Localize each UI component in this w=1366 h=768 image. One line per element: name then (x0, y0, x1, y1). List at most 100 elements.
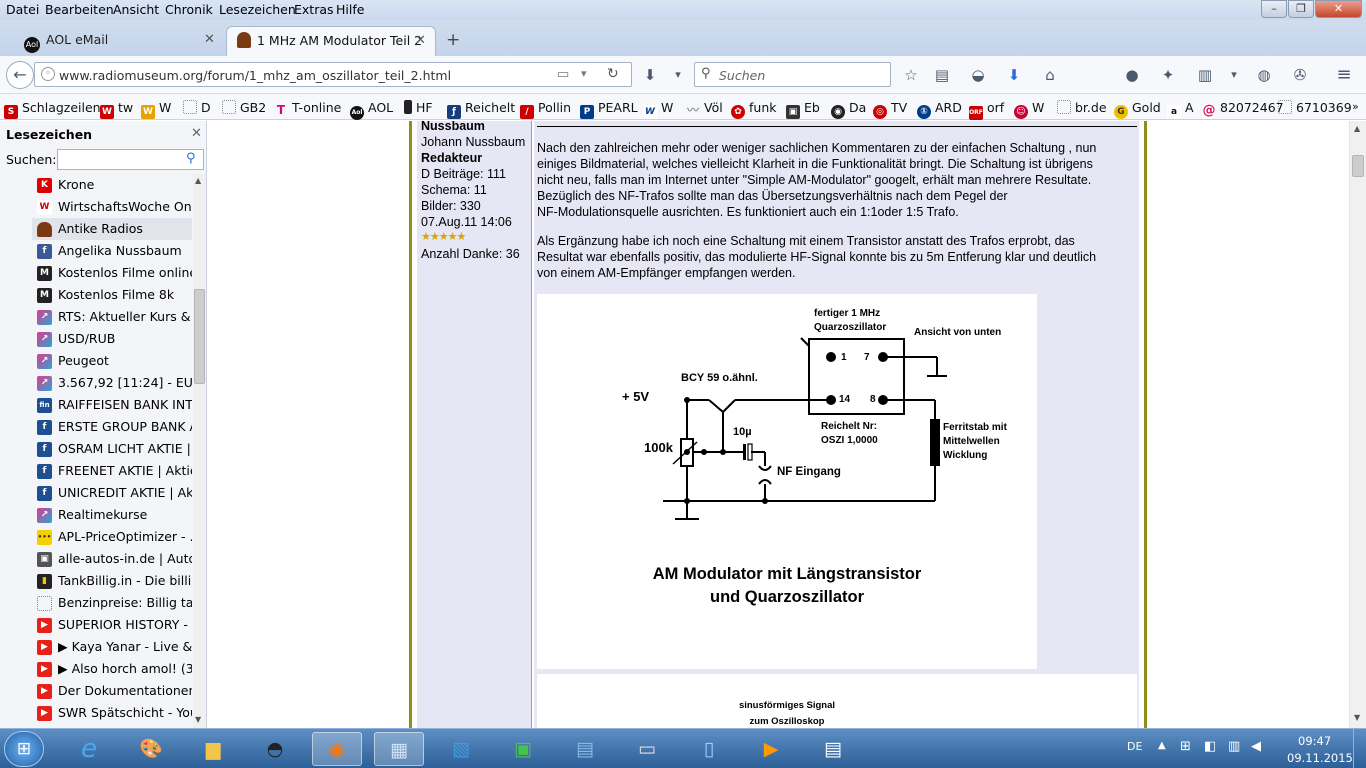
sidebar-item[interactable]: M Kostenlos Filme 8k (32, 284, 192, 306)
download-arrow-icon[interactable]: ⬇ (640, 65, 660, 85)
clock-time[interactable]: 09:47 (1298, 734, 1331, 748)
show-desktop-button[interactable] (1353, 729, 1366, 768)
sidebar-item[interactable]: ↗ Peugeot (32, 350, 192, 372)
film-icon[interactable]: ✇ (1290, 65, 1310, 85)
menu-extras[interactable]: Extras (294, 2, 334, 17)
bookmark-w2[interactable]: WW (643, 100, 673, 119)
bookmark-6710369[interactable]: 6710369 (1278, 100, 1352, 115)
spy-icon[interactable]: ◓ (250, 732, 300, 766)
reader-view-icon[interactable]: ▭ (557, 67, 569, 82)
bookmark-funk[interactable]: ✿ funk (731, 100, 776, 119)
scroll-up-icon[interactable]: ▲ (195, 176, 201, 185)
close-sidebar-icon[interactable]: ✕ (191, 126, 202, 141)
sidebar-item[interactable]: ↗ 3.567,92 [11:24] - EURO... (32, 372, 192, 394)
close-tab-icon[interactable]: ✕ (204, 26, 215, 54)
home-icon[interactable]: ⌂ (1040, 65, 1060, 85)
bookmark-tw[interactable]: Wtw (100, 100, 133, 119)
dropdown-icon[interactable]: ▾ (581, 67, 587, 80)
sidebar-item[interactable]: f ERSTE GROUP BANK A... (32, 416, 192, 438)
language-indicator[interactable]: DE (1127, 740, 1142, 753)
close-window-icon[interactable]: ✕ (1315, 0, 1362, 18)
downloads-icon[interactable]: ⬇ (1004, 65, 1024, 85)
paint-icon[interactable]: 🎨 (126, 732, 176, 766)
sidebar-item[interactable]: ▶ SUPERIOR HISTORY - Y... (32, 614, 192, 636)
bookmark-da[interactable]: ◉ Da (831, 100, 866, 119)
back-icon[interactable]: ← (6, 61, 34, 89)
menu-chronik[interactable]: Chronik (165, 2, 213, 17)
clock-date[interactable]: 09.11.2015 (1287, 751, 1353, 765)
sidebar-item[interactable]: ▣ alle-autos-in.de | Auto ... (32, 548, 192, 570)
bookmark-w[interactable]: WW (141, 100, 171, 119)
sidebar-item[interactable]: ▶ Der Dokumentationen ... (32, 680, 192, 702)
network-share-icon[interactable]: ▤ (560, 732, 610, 766)
hamburger-menu-icon[interactable]: ≡ (1334, 65, 1354, 85)
pocket-icon[interactable]: ◒ (968, 65, 988, 85)
bookmark-star-icon[interactable]: ☆ (901, 65, 921, 85)
usb-drive-icon[interactable]: ▯ (684, 732, 734, 766)
menu-hilfe[interactable]: Hilfe (336, 2, 364, 17)
sidebar-item[interactable]: fin RAIFFEISEN BANK INTE... (32, 394, 192, 416)
sidebar-item[interactable]: ▶ ▶ Kaya Yanar - Live & ... (32, 636, 192, 658)
close-tab-icon[interactable]: ✕ (415, 27, 426, 55)
bookmark-ard[interactable]: ① ARD (917, 100, 962, 119)
bookmark-d[interactable]: D (183, 100, 211, 115)
bookmark-a[interactable]: aA (1167, 100, 1194, 119)
bookmark-schlagzeilen[interactable]: S Schlagzeilen (4, 100, 101, 119)
reload-icon[interactable]: ↻ (607, 66, 619, 82)
bookmark-eb[interactable]: ▣ Eb (786, 100, 820, 119)
bookmark-voel[interactable]: 〰 Völ (686, 100, 723, 117)
remote-desktop-icon[interactable]: ▭ (622, 732, 672, 766)
bookmark-pearl[interactable]: P PEARL (580, 100, 638, 119)
sidebar-item[interactable]: ▮ TankBillig.in - Die billig... (32, 570, 192, 592)
terminal-icon[interactable]: ▣ (498, 732, 548, 766)
bookmark-orf[interactable]: ORF orf (969, 100, 1004, 120)
media-player-icon[interactable]: ▶ (746, 732, 796, 766)
bookmark-82072467[interactable]: @82072467 (1202, 100, 1284, 118)
network-tray-icon[interactable]: ▥ (1228, 739, 1240, 754)
menu-datei[interactable]: Datei (6, 2, 39, 17)
sidebar-item[interactable]: K Krone (32, 174, 192, 196)
scrollbar-thumb[interactable] (1352, 155, 1364, 177)
sidebar-search-input[interactable]: ⚲ (57, 149, 204, 170)
sidebar-item[interactable]: ↗ RTS: Aktueller Kurs & ... (32, 306, 192, 328)
windows-flag-icon[interactable]: ⊞ (1180, 739, 1191, 754)
sidebar-item[interactable]: Benzinpreise: Billig tan... (32, 592, 192, 614)
scroll-up-icon[interactable]: ▲ (1354, 124, 1360, 133)
notepad-icon[interactable]: ▤ (808, 732, 858, 766)
restore-icon[interactable]: ❐ (1288, 0, 1314, 18)
file-explorer-icon[interactable]: ▆ (188, 732, 238, 766)
tray-app-icon[interactable]: ◧ (1204, 739, 1216, 754)
bookmark-aol[interactable]: Aol AOL (350, 100, 393, 120)
menu-bearbeiten[interactable]: Bearbeiten (45, 2, 114, 17)
bookmark-gold[interactable]: G Gold (1114, 100, 1161, 119)
tray-expand-icon[interactable]: ▲ (1158, 740, 1166, 751)
scroll-down-icon[interactable]: ▼ (1354, 713, 1360, 722)
schematic-image[interactable]: fertiger 1 MHz Quarzoszillator Ansicht v… (537, 294, 1037, 669)
bookmark-t-online[interactable]: T T-online (274, 100, 341, 117)
chat-icon[interactable]: ● (1122, 65, 1142, 85)
sidebar-item[interactable]: f UNICREDIT AKTIE | Akt... (32, 482, 192, 504)
minimize-icon[interactable]: – (1261, 0, 1287, 18)
start-button-icon[interactable]: ⊞ (4, 731, 44, 767)
overflow-chevron-icon[interactable]: » (1352, 100, 1359, 113)
sidebar-item[interactable]: f FREENET AKTIE | Aktie... (32, 460, 192, 482)
oscilloscope-image[interactable]: sinusförmiges Signal zum Oszilloskop (537, 674, 1137, 728)
tab-aol-email[interactable]: Aol AOL eMail ✕ (14, 26, 224, 56)
bookmark-hf[interactable]: HF (404, 100, 433, 115)
sidebar-item[interactable]: ••• APL-PriceOptimizer - ... (32, 526, 192, 548)
scrollbar-thumb[interactable] (194, 289, 205, 384)
author-name[interactable]: Johann Nussbaum (421, 134, 525, 150)
bookmark-pollin[interactable]: / Pollin (520, 100, 571, 119)
sidebar-item[interactable]: Antike Radios (32, 218, 192, 240)
bookmark-br[interactable]: br.de (1057, 100, 1107, 115)
addon-icon[interactable]: ✦ (1158, 65, 1178, 85)
firefox-icon[interactable]: ◉ (312, 732, 362, 766)
search-input[interactable]: ⚲ Suchen (694, 62, 891, 87)
url-bar[interactable]: ◦ www.radiomuseum.org/forum/1_mhz_am_osz… (34, 62, 632, 87)
sidebar-item[interactable]: f Angelika Nussbaum (32, 240, 192, 262)
volume-icon[interactable]: ◀ (1251, 739, 1261, 754)
control-panel-icon[interactable]: ▦ (374, 732, 424, 766)
new-tab-icon[interactable]: + (446, 30, 460, 50)
bookmark-reichelt[interactable]: ƒ Reichelt (447, 100, 515, 119)
sidebar-item[interactable]: W WirtschaftsWoche Onli... (32, 196, 192, 218)
